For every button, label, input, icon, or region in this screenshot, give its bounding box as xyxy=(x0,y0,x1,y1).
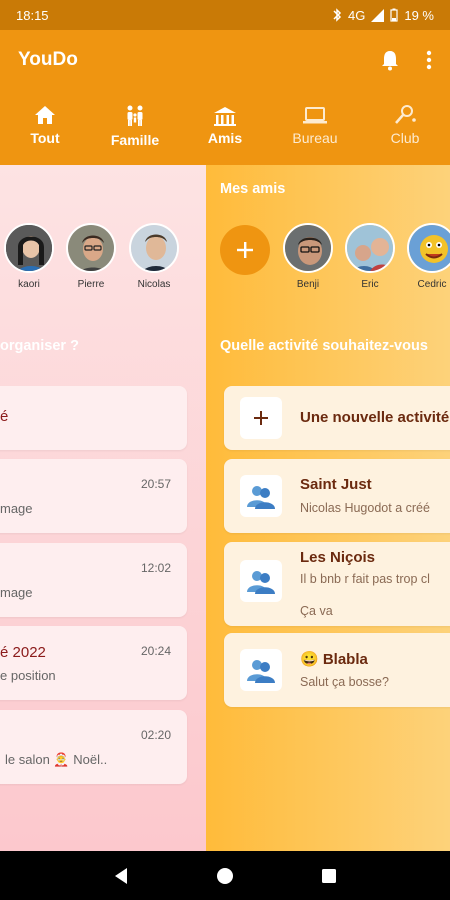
tab-label: Amis xyxy=(207,130,243,146)
new-activity-label: Une nouvelle activité xyxy=(300,409,450,426)
right-panel: Mes amis Benji Eric Cedric Quelle activi… xyxy=(206,165,450,851)
back-icon[interactable] xyxy=(113,867,129,885)
contact-avatar[interactable]: kaori xyxy=(1,223,57,290)
activity-subtitle: Nicolas Hugodot a créé xyxy=(300,501,430,515)
app-title: YouDo xyxy=(18,49,78,70)
avatar xyxy=(283,223,333,273)
avatar xyxy=(66,223,116,273)
home-button-icon[interactable] xyxy=(215,866,235,886)
network-type: 4G xyxy=(348,7,366,23)
list-item[interactable]: é 2022 20:24 e position xyxy=(0,626,187,700)
card-text: e position xyxy=(0,668,56,683)
tab-bureau[interactable]: Bureau xyxy=(270,90,360,165)
card-title: é 2022 xyxy=(0,644,46,661)
app-bar: YouDo xyxy=(0,30,450,90)
card-time: 20:24 xyxy=(140,644,171,658)
avatar xyxy=(345,223,395,273)
battery-icon xyxy=(390,8,398,22)
friend-name: Benji xyxy=(296,279,320,290)
activity-subtitle: Salut ça bosse? xyxy=(300,675,389,689)
card-time: 02:20 xyxy=(140,728,171,742)
friend-avatar[interactable]: Benji xyxy=(280,223,336,290)
group-avatar xyxy=(240,475,282,517)
recents-icon[interactable] xyxy=(321,868,337,884)
activity-title: Quelle activité souhaitez-vous xyxy=(220,338,428,354)
activity-item[interactable]: Saint Just Nicolas Hugodot a créé xyxy=(224,459,450,533)
left-section-title: organiser ? xyxy=(0,338,79,354)
contact-name: kaori xyxy=(18,279,40,290)
friend-avatar[interactable]: Eric xyxy=(342,223,398,290)
friends-title: Mes amis xyxy=(220,181,286,197)
status-bar: 18:15 4G 19 % xyxy=(0,0,450,30)
tab-famille[interactable]: Famille xyxy=(90,90,180,165)
laptop-icon xyxy=(303,107,327,124)
new-activity-button[interactable]: Une nouvelle activité xyxy=(224,386,450,450)
battery-level: 19 % xyxy=(404,7,434,23)
plus-icon xyxy=(237,242,253,258)
status-time: 18:15 xyxy=(16,7,49,23)
avatar xyxy=(4,223,54,273)
activity-title: 😀 Blabla xyxy=(300,651,368,668)
card-text: mage xyxy=(0,585,33,600)
activity-title: Les Niçois xyxy=(300,549,376,566)
avatar xyxy=(129,223,179,273)
friend-name: Cedric xyxy=(417,279,447,290)
tab-label: Club xyxy=(390,130,420,146)
tab-label: Bureau xyxy=(292,130,338,146)
group-avatar xyxy=(240,649,282,691)
group-icon xyxy=(247,571,275,594)
contact-name: Pierre xyxy=(77,279,105,290)
list-item[interactable]: 20:57 mage xyxy=(0,459,187,533)
add-friend-button[interactable] xyxy=(220,225,270,275)
system-nav-bar xyxy=(0,851,450,900)
friend-name: Eric xyxy=(361,279,379,290)
status-icons: 4G 19 % xyxy=(332,8,434,23)
people-icon xyxy=(214,107,236,126)
signal-icon xyxy=(371,8,385,22)
activity-subtitle: Il b bnb r fait pas trop cl xyxy=(300,572,430,586)
club-icon xyxy=(395,105,416,124)
card-time: 20:57 xyxy=(140,477,171,491)
category-tabs: Tout Famille Amis Bureau Club xyxy=(0,90,450,165)
tab-amis[interactable]: Amis xyxy=(180,90,270,165)
tab-label: Tout xyxy=(30,130,60,146)
list-item[interactable]: é xyxy=(0,386,187,450)
card-title: é xyxy=(0,408,9,425)
group-icon xyxy=(247,486,275,509)
plus-box xyxy=(240,397,282,439)
activity-subtitle-2: Ça va xyxy=(300,604,333,618)
group-icon xyxy=(247,660,275,683)
card-text: mage xyxy=(0,501,33,516)
avatar xyxy=(407,223,450,273)
left-panel: kaori Pierre Nicolas organiser ? é 20:57… xyxy=(0,165,206,851)
home-icon xyxy=(35,106,55,124)
card-time: 12:02 xyxy=(140,561,171,575)
activity-item[interactable]: 😀 Blabla Salut ça bosse? xyxy=(224,633,450,707)
main-content: kaori Pierre Nicolas organiser ? é 20:57… xyxy=(0,165,450,851)
group-avatar xyxy=(240,560,282,602)
contact-avatar[interactable]: Nicolas xyxy=(126,223,182,290)
more-vert-icon[interactable] xyxy=(426,50,432,70)
list-item[interactable]: 02:20 le salon 🤶 Noël.. xyxy=(0,710,187,784)
contact-name: Nicolas xyxy=(137,279,171,290)
friend-avatar[interactable]: Cedric xyxy=(404,223,450,290)
activity-item[interactable]: Les Niçois Il b bnb r fait pas trop cl Ç… xyxy=(224,542,450,626)
tab-tout[interactable]: Tout xyxy=(0,90,90,165)
bell-icon[interactable] xyxy=(380,49,400,71)
tab-label: Famille xyxy=(110,132,160,148)
list-item[interactable]: 12:02 mage xyxy=(0,543,187,617)
plus-icon xyxy=(254,411,268,425)
family-icon xyxy=(127,105,143,126)
tab-club[interactable]: Club xyxy=(360,90,450,165)
activity-title: Saint Just xyxy=(300,476,372,493)
bluetooth-icon xyxy=(333,8,342,22)
card-text: le salon 🤶 Noël.. xyxy=(5,752,108,767)
contact-avatar[interactable]: Pierre xyxy=(63,223,119,290)
